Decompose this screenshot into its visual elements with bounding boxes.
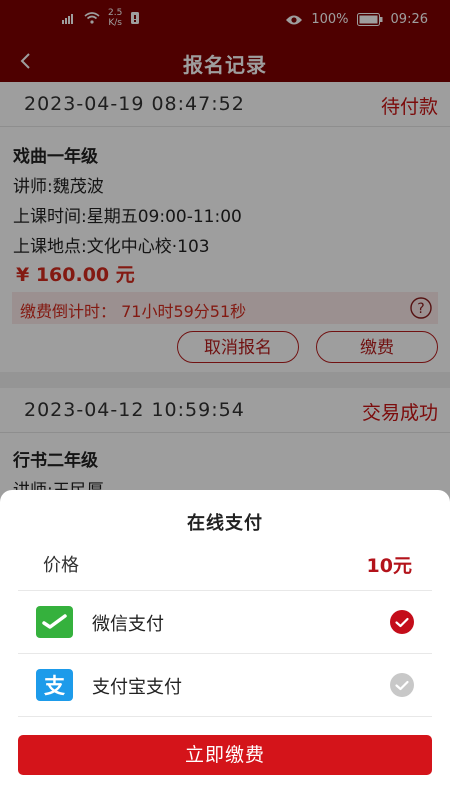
alipay-icon: 支 (36, 669, 73, 701)
price-value: 10元 (366, 555, 412, 577)
payment-method-wechat[interactable]: 微信支付 (18, 591, 432, 654)
payment-method-label: 微信支付 (92, 614, 164, 635)
wechat-pay-icon (36, 606, 73, 638)
checked-icon[interactable] (390, 610, 414, 634)
unchecked-icon[interactable] (390, 673, 414, 697)
pay-now-button[interactable]: 立即缴费 (18, 735, 432, 775)
payment-sheet: 在线支付 价格 10元 微信支付 支 支付宝支付 立即缴费 (0, 490, 450, 800)
svg-text:支: 支 (44, 674, 66, 698)
payment-method-label: 支付宝支付 (92, 677, 182, 698)
price-label: 价格 (43, 555, 79, 576)
payment-sheet-title: 在线支付 (187, 513, 263, 534)
payment-method-alipay[interactable]: 支 支付宝支付 (18, 654, 432, 717)
price-row: 价格 10元 (18, 536, 432, 591)
